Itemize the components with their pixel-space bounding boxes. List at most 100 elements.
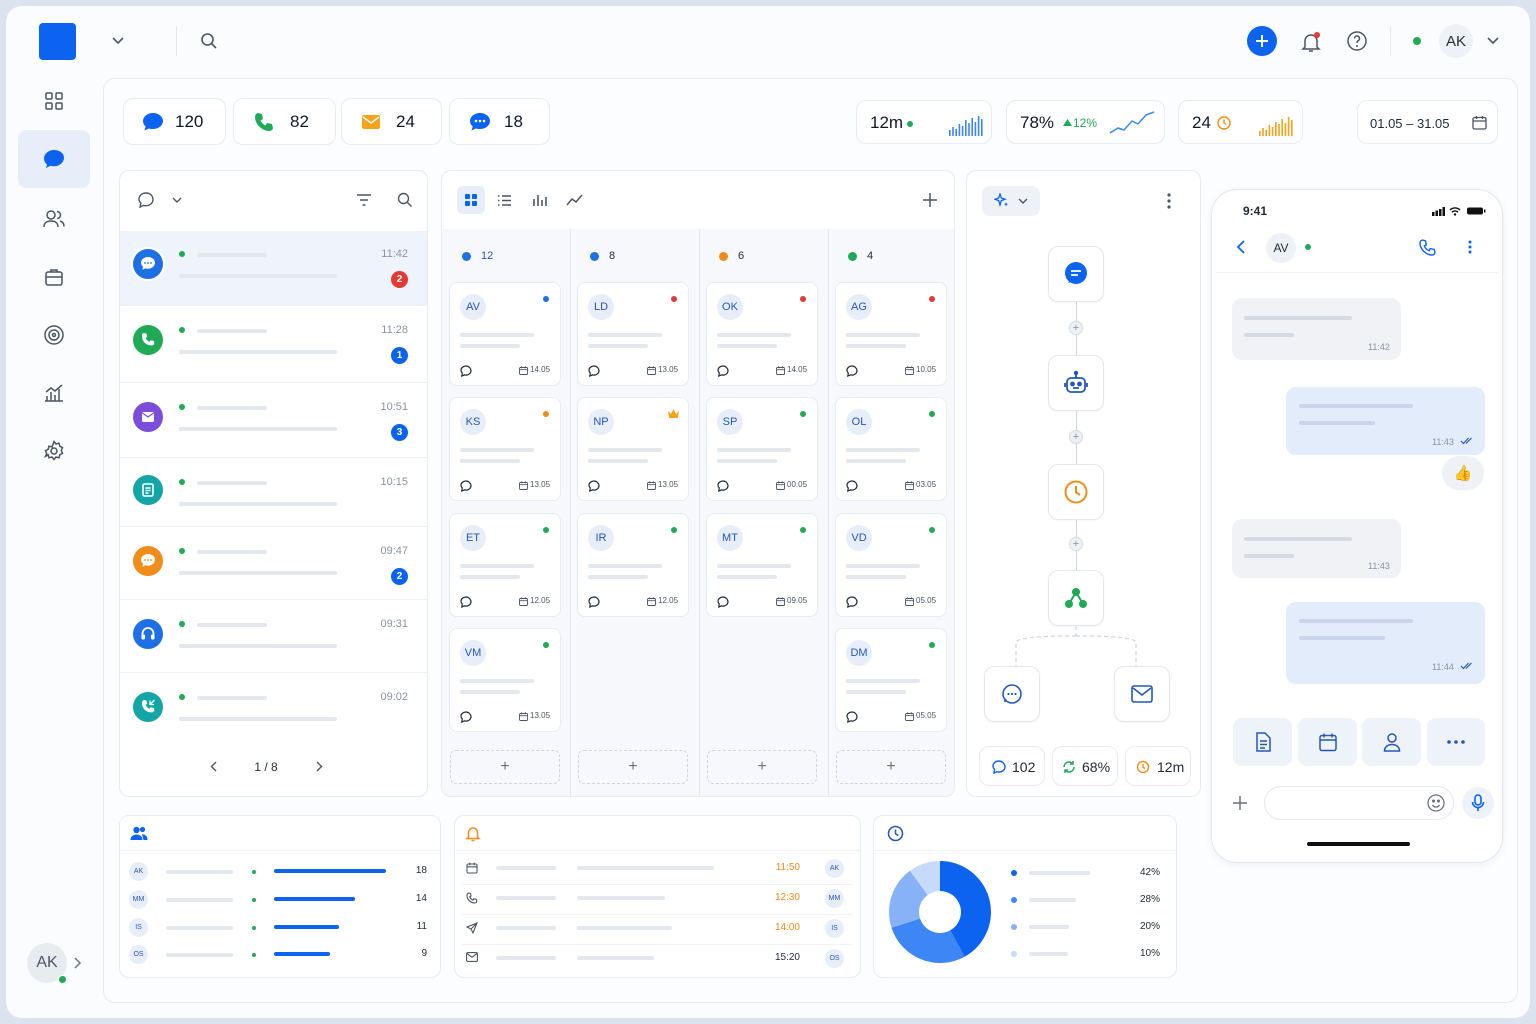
- divider: [874, 850, 1176, 851]
- phone-incoming-icon: [133, 692, 163, 722]
- thumbs-up-reaction-icon[interactable]: 👍: [1442, 456, 1484, 490]
- kanban-card[interactable]: DM 05.05: [835, 628, 947, 732]
- kanban-card[interactable]: IR 12.05: [577, 513, 689, 617]
- kanban-card[interactable]: NP 13.05: [577, 397, 689, 501]
- filter-icon[interactable]: [355, 191, 373, 209]
- nav-analytics-icon[interactable]: [36, 375, 72, 411]
- inbox-item[interactable]: 09:47 2: [120, 528, 427, 600]
- nav-contacts-icon[interactable]: [36, 201, 72, 237]
- bell-icon[interactable]: [1298, 29, 1324, 55]
- flow-add-step[interactable]: +: [1069, 321, 1083, 335]
- metric-pending[interactable]: 24: [1178, 100, 1303, 144]
- phone-back-chevron-left-icon[interactable]: [1233, 238, 1249, 256]
- calendar-icon: [647, 481, 656, 490]
- phone-contact-avatar[interactable]: AV: [1266, 233, 1296, 263]
- column-divider: [828, 229, 829, 797]
- emoji-icon[interactable]: [1426, 793, 1446, 813]
- view-board-icon[interactable]: [457, 186, 485, 214]
- add-button[interactable]: [1247, 26, 1277, 56]
- metric-response-time[interactable]: 12m: [856, 100, 992, 144]
- kanban-card[interactable]: AG 10.05: [835, 282, 947, 386]
- priority-dot: [543, 642, 549, 648]
- nav-chat-icon[interactable]: [18, 130, 90, 188]
- column-count: 4: [867, 250, 874, 262]
- phone-more-actions-button[interactable]: [1427, 718, 1485, 766]
- inbox-item[interactable]: 11:28 1: [120, 307, 427, 383]
- user-avatar[interactable]: AK: [1439, 24, 1473, 58]
- card-due-date: 10.05: [916, 365, 937, 374]
- view-list-icon[interactable]: [495, 191, 513, 209]
- user-menu-chevron-down-icon[interactable]: [1484, 32, 1502, 50]
- kanban-card[interactable]: KS 13.05: [449, 397, 561, 501]
- nav-briefcase-icon[interactable]: [36, 259, 72, 295]
- microphone-button[interactable]: [1462, 787, 1494, 819]
- trend-line-chart: [1109, 111, 1155, 134]
- view-chart-icon[interactable]: [530, 191, 548, 209]
- inbox-filter-chevron-down-icon[interactable]: [170, 193, 184, 207]
- inbox-chat-icon[interactable]: [136, 190, 156, 210]
- search-icon[interactable]: [198, 30, 220, 52]
- kanban-card[interactable]: VD 05.05: [835, 513, 947, 617]
- kanban-card[interactable]: MT 09.05: [706, 513, 818, 617]
- metric-percentage[interactable]: 78% 12%: [1006, 100, 1165, 144]
- priority-dot: [543, 411, 549, 417]
- flow-node-message[interactable]: [1048, 246, 1104, 302]
- automation-sparkle-button[interactable]: [982, 186, 1040, 216]
- inbox-item[interactable]: 09:31: [120, 601, 427, 673]
- nav-settings-icon[interactable]: [36, 433, 72, 469]
- help-icon[interactable]: [1345, 29, 1369, 53]
- inbox-item[interactable]: 10:15: [120, 459, 427, 527]
- flow-node-chat[interactable]: [984, 666, 1040, 722]
- add-card-button[interactable]: +: [707, 750, 817, 784]
- stat-emails[interactable]: 24: [341, 98, 442, 145]
- kanban-card[interactable]: VM 13.05: [449, 628, 561, 732]
- flow-node-delay[interactable]: [1048, 464, 1104, 520]
- kanban-card[interactable]: LD 13.05: [577, 282, 689, 386]
- inbox-item[interactable]: 11:42 2: [120, 231, 427, 306]
- flow-node-email[interactable]: [1114, 666, 1170, 722]
- card-line: [588, 575, 648, 579]
- phone-more-icon[interactable]: [1463, 238, 1477, 256]
- workspace-chevron-down-icon[interactable]: [108, 32, 128, 50]
- phone-attach-plus-icon[interactable]: [1230, 793, 1250, 813]
- spark-bar: [952, 127, 954, 136]
- nav-target-icon[interactable]: [36, 317, 72, 353]
- flow-add-step[interactable]: +: [1069, 430, 1083, 444]
- stat-calls-value: 82: [290, 112, 309, 131]
- add-card-button[interactable]: +: [450, 750, 560, 784]
- inbox-item[interactable]: 09:02: [120, 674, 427, 746]
- phone-document-button[interactable]: [1233, 718, 1292, 766]
- phone-call-icon[interactable]: [1417, 237, 1437, 257]
- kanban-card[interactable]: SP 00.05: [706, 397, 818, 501]
- kanban-card[interactable]: OK 14.05: [706, 282, 818, 386]
- add-card-button[interactable]: +: [836, 750, 946, 784]
- event-detail-line: [577, 866, 714, 870]
- phone-calendar-button[interactable]: [1298, 718, 1357, 766]
- add-card-button[interactable]: +: [578, 750, 688, 784]
- next-page-chevron-right-icon[interactable]: [311, 758, 327, 774]
- card-due-date: 09.05: [787, 596, 808, 605]
- kanban-card[interactable]: ET 12.05: [449, 513, 561, 617]
- prev-page-chevron-left-icon[interactable]: [205, 758, 221, 774]
- inbox-item[interactable]: 10:51 3: [120, 384, 427, 458]
- kanban-card[interactable]: OL 03.05: [835, 397, 947, 501]
- expand-chevron-right-icon[interactable]: [70, 955, 86, 971]
- view-trend-icon[interactable]: [565, 191, 583, 209]
- stat-messages[interactable]: 18: [449, 98, 550, 145]
- stat-calls[interactable]: 82: [233, 98, 336, 145]
- phone-contact-button[interactable]: [1362, 718, 1421, 766]
- flow-node-bot[interactable]: [1048, 355, 1104, 411]
- legend-label-line: [1029, 898, 1076, 902]
- stat-chats[interactable]: 120: [123, 98, 226, 145]
- flow-node-split[interactable]: [1048, 570, 1104, 626]
- inbox-search-icon[interactable]: [396, 191, 414, 209]
- date-range-picker[interactable]: 01.05 – 31.05: [1357, 100, 1498, 144]
- card-avatar: DM: [846, 640, 872, 666]
- flow-add-step[interactable]: +: [1069, 537, 1083, 551]
- nav-dashboard-icon[interactable]: [36, 83, 72, 119]
- kanban-card[interactable]: AV 14.05: [449, 282, 561, 386]
- app-logo[interactable]: [39, 23, 76, 60]
- flow-more-icon[interactable]: [1160, 190, 1178, 212]
- calendar-icon: [905, 366, 914, 375]
- kanban-add-icon[interactable]: [920, 190, 940, 210]
